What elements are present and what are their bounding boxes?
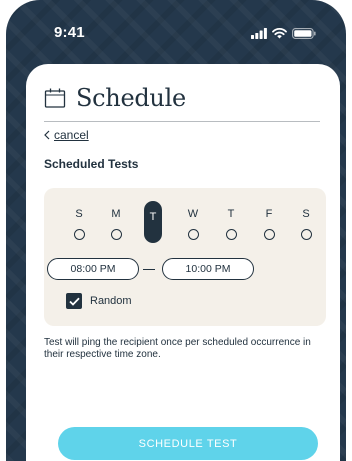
day-radio	[110, 229, 122, 240]
day-radio	[73, 229, 85, 240]
day-letter: W	[187, 208, 199, 220]
day-radio	[300, 229, 312, 240]
status-icons	[251, 28, 316, 39]
start-time-input[interactable]: 08:00 PM	[47, 258, 139, 280]
random-checkbox-row[interactable]: Random	[66, 293, 132, 309]
random-label: Random	[90, 295, 132, 307]
day-radio	[263, 229, 275, 240]
time-range-dash	[143, 269, 155, 271]
day-radio	[225, 229, 237, 240]
day-thursday[interactable]: T	[220, 206, 242, 244]
day-friday[interactable]: F	[258, 206, 280, 244]
day-letter: T	[227, 208, 235, 220]
phone-frame: 9:41 Schedule cancel Scheduled Tests S M…	[6, 0, 346, 461]
cancel-link[interactable]: cancel	[44, 128, 89, 142]
helper-text: Test will ping the recipient once per sc…	[44, 337, 311, 360]
title-row: Schedule	[44, 84, 186, 112]
page-title: Schedule	[76, 84, 186, 112]
section-title: Scheduled Tests	[44, 157, 139, 171]
day-radio	[187, 229, 199, 240]
calendar-icon	[44, 88, 66, 108]
schedule-test-button[interactable]: SCHEDULE TEST	[58, 427, 318, 460]
day-wednesday[interactable]: W	[182, 206, 204, 244]
signal-icon	[251, 28, 267, 39]
schedule-card: Schedule cancel Scheduled Tests S M T W …	[26, 64, 340, 461]
day-letter: T	[149, 211, 157, 223]
wifi-icon	[272, 28, 287, 39]
end-time-input[interactable]: 10:00 PM	[162, 258, 254, 280]
random-checkbox[interactable]	[66, 293, 82, 309]
title-divider	[44, 121, 320, 122]
day-tuesday[interactable]: T	[144, 201, 162, 243]
battery-icon	[292, 28, 316, 39]
day-letter: M	[111, 208, 121, 220]
day-saturday[interactable]: S	[295, 206, 317, 244]
chevron-left-icon	[44, 130, 50, 140]
day-letter: S	[75, 208, 83, 220]
status-bar: 9:41	[6, 0, 346, 62]
day-letter: F	[265, 208, 273, 220]
cancel-label: cancel	[54, 128, 89, 142]
check-icon	[68, 297, 80, 306]
status-time: 9:41	[54, 24, 85, 41]
schedule-panel: S M T W T F S 08:00 PM 10:00 PM Random	[44, 188, 326, 326]
day-letter: S	[302, 208, 310, 220]
day-monday[interactable]: M	[105, 206, 127, 244]
day-sunday[interactable]: S	[68, 206, 90, 244]
